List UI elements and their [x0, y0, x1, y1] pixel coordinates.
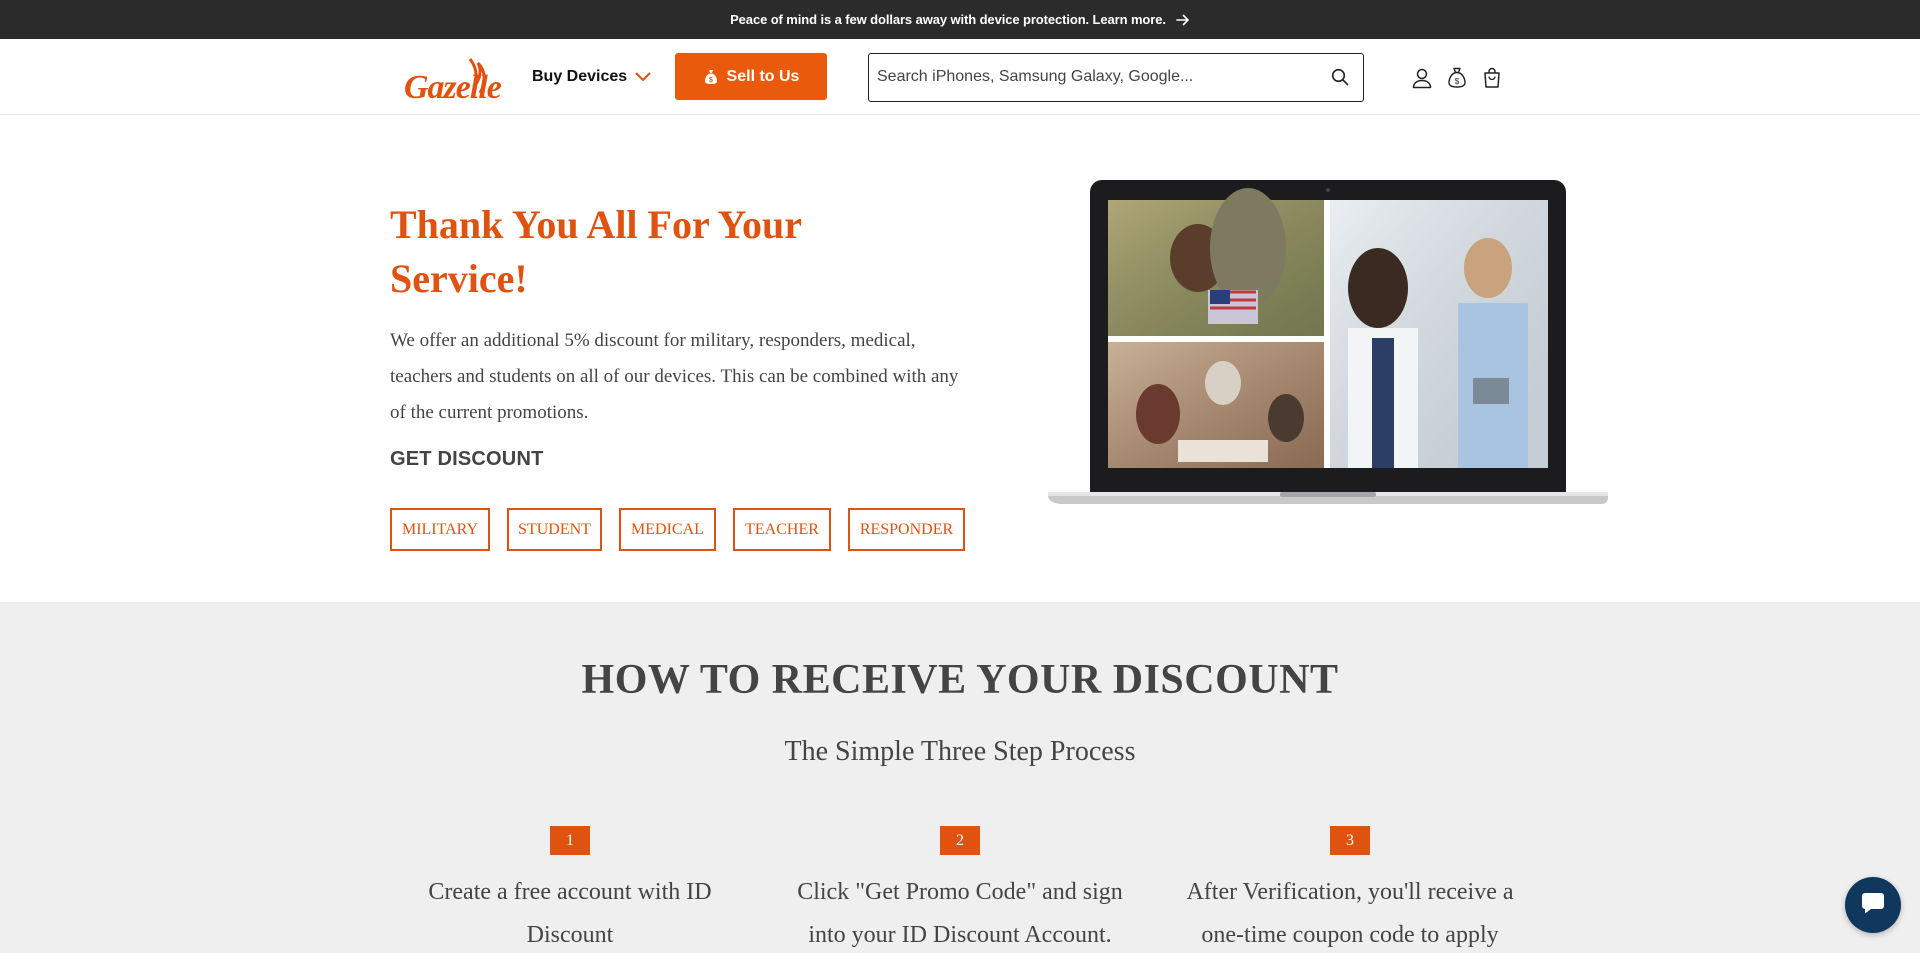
- chat-bubble-icon: [1860, 891, 1886, 920]
- svg-text:$: $: [709, 77, 713, 84]
- arrow-right-icon[interactable]: [1176, 14, 1190, 26]
- announcement-bar[interactable]: Peace of mind is a few dollars away with…: [0, 0, 1920, 39]
- medical-button[interactable]: MEDICAL: [619, 508, 716, 551]
- responder-button[interactable]: RESPONDER: [848, 508, 965, 551]
- step-number-badge: 1: [550, 826, 590, 855]
- step-1: 1 Create a free account with ID Discount: [390, 826, 750, 953]
- svg-text:$: $: [1455, 77, 1460, 86]
- search-box[interactable]: [868, 53, 1364, 102]
- logo-text: Gazelle: [404, 69, 502, 103]
- teacher-button[interactable]: TEACHER: [733, 508, 831, 551]
- search-icon[interactable]: [1331, 68, 1349, 86]
- step-2: 2 Click "Get Promo Code" and sign into y…: [780, 826, 1140, 953]
- step-text: After Verification, you'll receive a one…: [1186, 879, 1514, 948]
- search-input[interactable]: [877, 54, 1317, 100]
- buy-devices-menu[interactable]: Buy Devices: [532, 65, 651, 89]
- money-bag-icon[interactable]: $: [1445, 66, 1469, 90]
- sell-to-us-button[interactable]: $ Sell to Us: [675, 53, 827, 100]
- money-bag-icon: $: [703, 69, 719, 85]
- student-button[interactable]: STUDENT: [507, 508, 602, 551]
- buy-devices-label: Buy Devices: [532, 68, 628, 85]
- steps-section: HOW TO RECEIVE YOUR DISCOUNT The Simple …: [0, 602, 1920, 953]
- steps-title: HOW TO RECEIVE YOUR DISCOUNT: [581, 657, 1339, 703]
- get-discount-heading: GET DISCOUNT: [390, 448, 544, 470]
- site-header: Gazelle Buy Devices $ Sell to Us $: [0, 39, 1920, 115]
- account-icon[interactable]: [1410, 66, 1434, 90]
- step-number-badge: 3: [1330, 826, 1370, 855]
- military-button[interactable]: MILITARY: [390, 508, 490, 551]
- chat-button[interactable]: [1845, 877, 1901, 933]
- step-text: Create a free account with ID Discount: [428, 879, 712, 948]
- shopping-bag-icon[interactable]: [1480, 66, 1504, 90]
- steps-subtitle: The Simple Three Step Process: [784, 736, 1136, 767]
- hero-description: We offer an additional 5% discount for m…: [390, 330, 959, 423]
- chevron-down-icon: [635, 72, 651, 82]
- laptop-collage-image: [1048, 178, 1608, 508]
- step-text: Click "Get Promo Code" and sign into you…: [797, 879, 1123, 948]
- hero-title: Thank You All For Your Service!: [390, 202, 802, 301]
- gazelle-logo[interactable]: Gazelle: [404, 53, 512, 106]
- announcement-text[interactable]: Peace of mind is a few dollars away with…: [730, 12, 1166, 27]
- step-number-badge: 2: [940, 826, 980, 855]
- sell-to-us-label: Sell to Us: [726, 67, 800, 85]
- step-3: 3 After Verification, you'll receive a o…: [1170, 826, 1530, 953]
- discount-buttons: MILITARY STUDENT MEDICAL TEACHER RESPOND…: [390, 508, 982, 551]
